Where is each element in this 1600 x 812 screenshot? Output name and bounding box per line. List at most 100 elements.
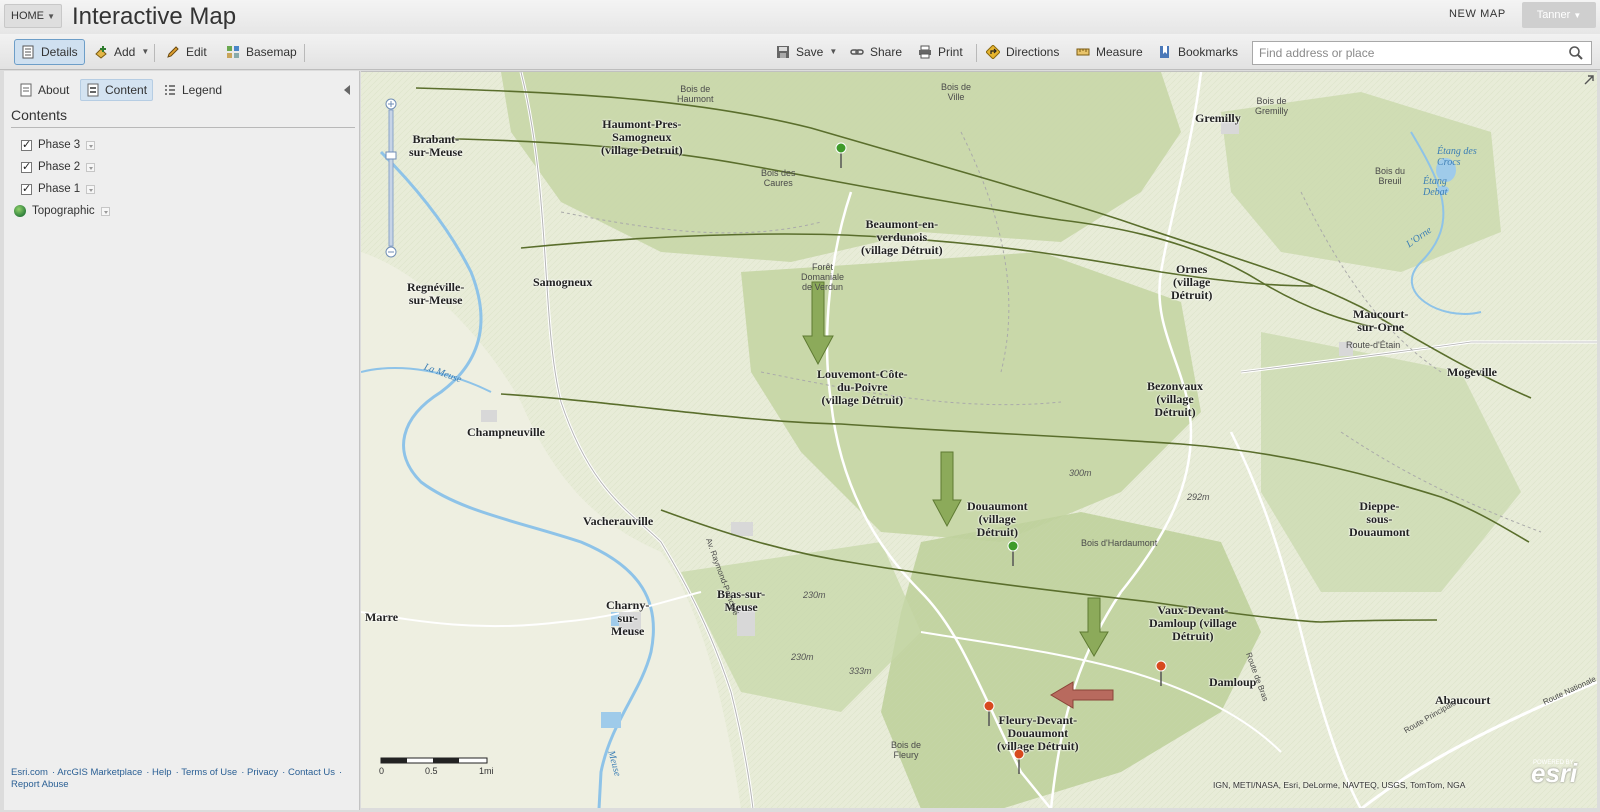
add-label: Add [114, 45, 136, 59]
elevation-label: 292m [1187, 492, 1210, 502]
contents-heading: Contents [11, 107, 68, 123]
search-icon[interactable] [1568, 45, 1584, 61]
details-button[interactable]: Details [14, 39, 85, 65]
footer-link[interactable]: Esri.com [11, 767, 48, 778]
place-label: Damloup [1209, 675, 1257, 689]
printer-icon [919, 45, 931, 59]
tab-legend-label: Legend [182, 83, 223, 97]
elevation-label: 230m [803, 590, 826, 600]
user-menu-button[interactable]: Tanner ▼ [1522, 2, 1596, 28]
toolbar-divider [154, 44, 155, 62]
page-title: Interactive Map [72, 3, 237, 30]
basemap-icon [227, 46, 239, 58]
place-label: Dieppe-sous- Douaumont [1349, 499, 1410, 539]
search-input[interactable] [1252, 41, 1592, 65]
feature-label: Bois de Fleury [891, 740, 922, 760]
bookmarks-button[interactable]: Bookmarks [1152, 39, 1244, 65]
add-layer-icon [95, 46, 107, 59]
elevation-label: 230m [791, 652, 814, 662]
place-label: Vacherauville [583, 514, 654, 528]
add-button[interactable]: Add ▼ [88, 39, 155, 65]
place-label: Louvemont-Côte-du-Poivre (village Détruit… [817, 367, 908, 407]
print-button[interactable]: Print [912, 39, 969, 65]
content-icon [87, 83, 99, 97]
tab-content[interactable]: Content [80, 79, 154, 101]
layer-name: Phase 3 [38, 139, 81, 151]
layer-checkbox[interactable] [21, 160, 32, 173]
directions-label: Directions [1006, 45, 1060, 59]
save-button[interactable]: Save ▼ [770, 39, 843, 65]
map-view[interactable]: Brabant-sur-Meuse Haumont-Pres- Samogneux… [361, 71, 1597, 808]
place-label: Vaux-Devant- Damloup (village Détruit) [1149, 603, 1237, 643]
map-attribution: IGN, METI/NASA, Esri, DeLorme, NAVTEQ, U… [1213, 780, 1466, 790]
feature-label: Route-d'Étain [1346, 340, 1401, 350]
edit-button[interactable]: Edit [160, 39, 213, 65]
footer-link[interactable]: Contact Us [288, 767, 335, 778]
place-label: Haumont-Pres- Samogneux (village Detruit) [601, 117, 683, 157]
legend-icon [165, 85, 175, 95]
edit-label: Edit [186, 45, 207, 59]
layer-options-icon[interactable] [86, 162, 96, 172]
measure-button[interactable]: Measure [1070, 39, 1149, 65]
tab-legend[interactable]: Legend [158, 79, 227, 101]
place-label: Maucourt-sur-Orne [1353, 307, 1409, 334]
footer-links: Esri.com · ArcGIS Marketplace · Help · Term… [11, 767, 343, 790]
share-button[interactable]: Share [844, 39, 908, 65]
footer-link[interactable]: Terms of Use [181, 767, 237, 778]
footer-link[interactable]: Report Abuse [11, 779, 69, 790]
elevation-label: 333m [849, 666, 872, 676]
scale-label: 1mi [479, 766, 494, 776]
chevron-down-icon: ▼ [1573, 11, 1582, 20]
layer-options-icon[interactable] [86, 140, 96, 150]
details-label: Details [41, 45, 78, 59]
chevron-down-icon: ▼ [829, 47, 838, 56]
details-icon [22, 45, 34, 59]
expand-overview-icon[interactable] [1583, 74, 1595, 86]
layer-item-phase-3: Phase 3 [21, 137, 96, 153]
green-pin-icon[interactable] [1007, 540, 1019, 566]
home-menu-button[interactable]: HOME ▼ [4, 4, 62, 28]
green-pin-icon[interactable] [835, 142, 847, 168]
esri-logo[interactable]: esri [1531, 758, 1577, 789]
place-label: Marre [365, 610, 399, 624]
details-panel: About Content Legend Contents Phase 3 Ph… [4, 71, 360, 810]
toolbar-divider [976, 44, 977, 62]
footer-link[interactable]: ArcGIS Marketplace [57, 767, 142, 778]
directions-button[interactable]: Directions [980, 39, 1065, 65]
zoom-slider[interactable] [385, 98, 397, 258]
layer-options-icon[interactable] [86, 184, 96, 194]
toolbar: Details Add ▼ Edit Basemap Save ▼ Share … [0, 34, 1600, 70]
measure-label: Measure [1096, 45, 1143, 59]
chevron-down-icon: ▼ [47, 12, 55, 21]
layer-checkbox[interactable] [21, 182, 32, 195]
place-label: Bezonvaux (village Détruit) [1147, 379, 1204, 419]
basemap-button[interactable]: Basemap [220, 39, 303, 65]
user-name: Tanner [1536, 9, 1571, 21]
place-label: Douaumont (village Détruit) [967, 499, 1028, 539]
red-pin-icon[interactable] [983, 700, 995, 726]
feature-label: Bois des Caures [761, 168, 796, 188]
feature-label: Bois d'Hardaumont [1081, 538, 1158, 548]
footer-link[interactable]: Help [152, 767, 172, 778]
place-label: Charny-sur- Meuse [606, 598, 650, 638]
link-icon [850, 49, 864, 55]
place-label: Beaumont-en-verdunois (village Détruit) [861, 217, 943, 257]
bookmarks-label: Bookmarks [1178, 45, 1239, 59]
red-pin-icon[interactable] [1155, 660, 1167, 686]
collapse-panel-icon[interactable] [344, 85, 350, 95]
new-map-link[interactable]: NEW MAP [1449, 8, 1506, 20]
red-pin-icon[interactable] [1013, 748, 1025, 774]
place-label: Fleury-Devant- Douaumont (village Détruit) [997, 713, 1079, 753]
place-label: Regnéville-sur-Meuse [407, 280, 465, 307]
footer-link[interactable]: Privacy [247, 767, 278, 778]
scale-bar: 0 0.5 1mi [379, 756, 499, 780]
layer-options-icon[interactable] [100, 206, 110, 216]
divider [11, 127, 355, 128]
save-label: Save [796, 45, 824, 59]
feature-label: Bois du Breuil [1375, 166, 1406, 186]
tab-about[interactable]: About [14, 79, 74, 101]
about-icon [20, 83, 32, 97]
layer-checkbox[interactable] [21, 138, 32, 151]
scale-label: 0 [379, 766, 385, 776]
ruler-icon [1076, 48, 1090, 56]
